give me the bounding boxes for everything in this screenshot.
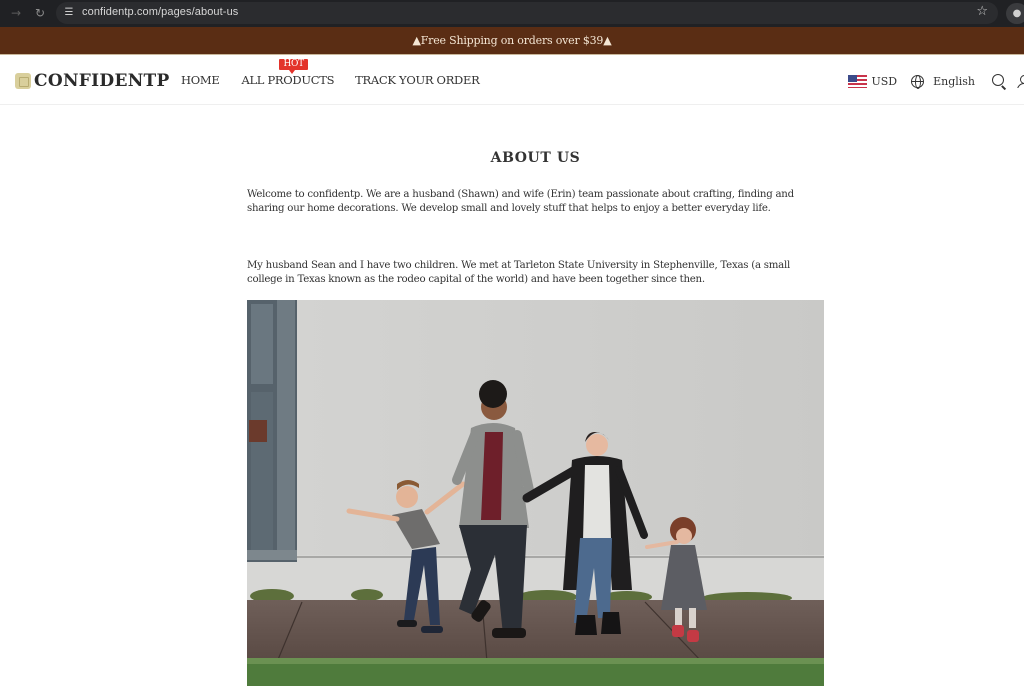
fire-icon: ▲	[603, 34, 612, 47]
browser-toolbar: → ↻ ☰ confidentp.com/pages/about-us ☆ ●	[0, 0, 1024, 27]
logo[interactable]: CONFIDENTP	[15, 71, 170, 91]
user-icon[interactable]	[1016, 74, 1024, 88]
star-icon[interactable]: ☆	[976, 4, 988, 19]
page-title: ABOUT US	[490, 150, 581, 166]
intro-paragraph: Welcome to confidentp. We are a husband …	[247, 189, 794, 214]
logo-text: CONFIDENTP	[34, 71, 170, 91]
logo-mark-icon	[15, 73, 31, 89]
currency-selector[interactable]: USD	[871, 75, 897, 88]
family-photo-illustration	[247, 300, 824, 686]
announcement-text: Free Shipping on orders over $39	[420, 34, 604, 47]
url-text[interactable]: confidentp.com/pages/about-us	[82, 6, 238, 18]
announcement-bar: ▲ Free Shipping on orders over $39 ▲	[0, 27, 1024, 55]
story-paragraph: My husband Sean and I have two children.…	[247, 260, 790, 285]
nav-all-products[interactable]: HOT ALL PRODUCTS	[241, 59, 335, 87]
fire-icon: ▲	[412, 34, 421, 47]
tune-icon[interactable]: ☰	[62, 6, 76, 20]
address-bar[interactable]: ☰ confidentp.com/pages/about-us ☆	[56, 2, 998, 24]
site-header: CONFIDENTP HOME HOT ALL PRODUCTS TRACK Y…	[0, 56, 1024, 105]
search-icon[interactable]	[992, 74, 1004, 86]
main-nav: HOME HOT ALL PRODUCTS TRACK YOUR ORDER	[181, 59, 500, 87]
nav-all-products-label: ALL PRODUCTS	[241, 73, 335, 87]
arrow-right-icon[interactable]: →	[6, 3, 26, 23]
language-selector[interactable]: English	[933, 75, 975, 88]
sidewalk	[247, 600, 824, 660]
nav-home[interactable]: HOME	[181, 73, 220, 87]
nav-track-order[interactable]: TRACK YOUR ORDER	[355, 73, 480, 87]
us-flag-icon[interactable]	[848, 74, 868, 88]
reload-icon[interactable]: ↻	[30, 3, 50, 23]
profile-icon[interactable]: ●	[1006, 3, 1024, 24]
hot-badge: HOT	[279, 59, 308, 74]
header-utilities: USD English	[848, 72, 1024, 90]
globe-icon[interactable]	[911, 74, 925, 89]
family-photo	[247, 300, 824, 686]
